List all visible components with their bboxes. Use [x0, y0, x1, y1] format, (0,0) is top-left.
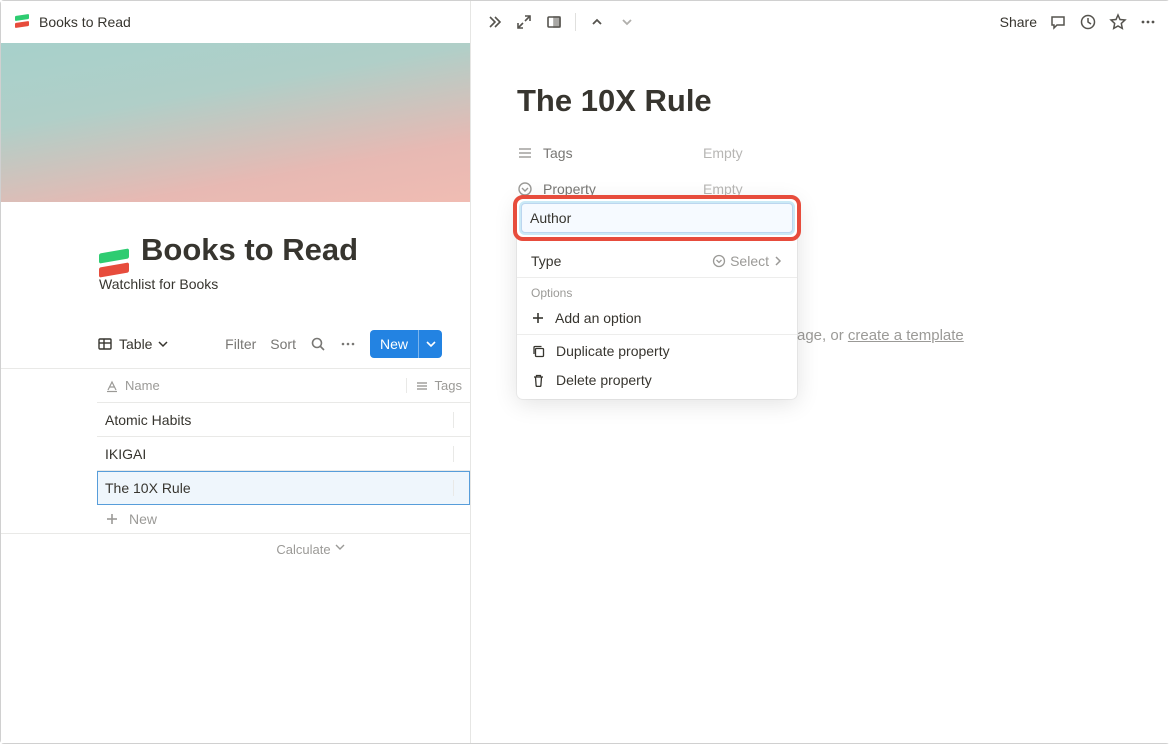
add-option-row[interactable]: Add an option [517, 302, 797, 334]
comments-button[interactable] [1049, 13, 1067, 31]
table-header: Name Tags [97, 369, 470, 403]
property-row-tags[interactable]: Tags Empty [517, 135, 1125, 171]
delete-label: Delete property [556, 372, 652, 388]
chevron-up-icon [590, 15, 604, 29]
page-header: Books to Read Watchlist for Books [1, 202, 470, 300]
more-button[interactable] [340, 336, 356, 352]
database-table: Name Tags Atomic Habits IKIGAI The 10X R… [1, 368, 470, 557]
prev-button[interactable] [588, 13, 606, 31]
table-body: Atomic Habits IKIGAI The 10X Rule [97, 403, 470, 505]
calculate-button[interactable]: Calculate [1, 542, 470, 557]
trash-icon [531, 373, 546, 388]
detail-title[interactable]: The 10X Rule [517, 83, 1125, 119]
cell-name[interactable]: Atomic Habits [97, 412, 454, 428]
table-icon [97, 336, 113, 352]
duplicate-property-row[interactable]: Duplicate property [517, 335, 797, 367]
cell-name[interactable]: IKIGAI [97, 446, 454, 462]
table-row[interactable]: The 10X Rule [97, 471, 470, 505]
view-label: Table [119, 336, 152, 352]
search-button[interactable] [310, 336, 326, 352]
breadcrumb-bar: Books to Read [1, 1, 470, 43]
expand-icon [516, 14, 532, 30]
duplicate-icon [531, 344, 546, 359]
new-row-label: New [129, 511, 157, 527]
property-name-field[interactable] [521, 203, 793, 233]
view-switch[interactable]: Table [97, 336, 168, 352]
property-name-field-highlight [513, 195, 801, 241]
separator [575, 13, 576, 31]
table-row[interactable]: Atomic Habits [97, 403, 470, 437]
filter-button[interactable]: Filter [225, 336, 256, 352]
new-row[interactable]: New [1, 505, 470, 534]
select-icon [712, 254, 726, 268]
sort-button[interactable]: Sort [270, 336, 296, 352]
panel-icon [546, 14, 562, 30]
multiselect-icon [517, 144, 535, 162]
collapse-button[interactable] [485, 13, 503, 31]
body-hint-text: age, or [797, 327, 848, 344]
body-hint: age, or create a template [797, 327, 1125, 344]
cover-image[interactable] [1, 43, 470, 202]
col-label: Tags [435, 378, 462, 393]
chevrons-right-icon [486, 14, 502, 30]
property-value[interactable]: Empty [703, 145, 743, 161]
plus-icon [105, 512, 119, 526]
more-button[interactable] [1139, 13, 1157, 31]
duplicate-label: Duplicate property [556, 343, 670, 359]
star-icon [1109, 13, 1127, 31]
table-row[interactable]: IKIGAI [97, 437, 470, 471]
detail-topbar: Share [471, 1, 1170, 43]
next-button[interactable] [618, 13, 636, 31]
plus-icon [531, 311, 545, 325]
add-option-label: Add an option [555, 310, 641, 326]
property-config-popup: Type Select Options Add an option Duplic… [517, 199, 797, 399]
column-name[interactable]: Name [97, 378, 407, 393]
dots-icon [340, 336, 356, 352]
property-name-input[interactable] [530, 210, 784, 226]
page-subtitle[interactable]: Watchlist for Books [99, 276, 432, 292]
type-value: Select [712, 253, 783, 269]
col-label: Name [125, 378, 160, 393]
type-label: Type [531, 253, 702, 269]
chevron-down-icon [158, 339, 168, 349]
cell-name[interactable]: The 10X Rule [97, 480, 454, 496]
books-icon [13, 13, 31, 31]
type-row[interactable]: Type Select [517, 245, 797, 277]
dots-icon [1139, 13, 1157, 31]
share-button[interactable]: Share [1000, 14, 1037, 30]
create-template-link[interactable]: create a template [848, 327, 964, 344]
multiselect-icon [415, 379, 429, 393]
text-prop-icon [105, 379, 119, 393]
new-button-caret[interactable] [418, 330, 442, 358]
peek-mode-button[interactable] [545, 13, 563, 31]
chevron-right-icon [773, 256, 783, 266]
delete-property-row[interactable]: Delete property [517, 367, 797, 399]
search-icon [310, 336, 326, 352]
page-title[interactable]: Books to Read [141, 232, 358, 268]
chevron-down-icon [620, 15, 634, 29]
left-pane: Books to Read Books to Read Watchlist fo… [1, 1, 471, 743]
expand-button[interactable] [515, 13, 533, 31]
breadcrumb[interactable]: Books to Read [39, 14, 131, 30]
new-button[interactable]: New [370, 330, 442, 358]
page-icon[interactable] [97, 247, 137, 287]
options-heading: Options [517, 278, 797, 302]
updates-button[interactable] [1079, 13, 1097, 31]
chevron-down-icon [426, 339, 436, 349]
property-name: Tags [543, 145, 695, 161]
clock-icon [1079, 13, 1097, 31]
favorite-button[interactable] [1109, 13, 1127, 31]
new-button-label: New [370, 336, 418, 352]
chevron-down-icon [335, 542, 345, 552]
calculate-label: Calculate [276, 542, 330, 557]
comment-icon [1049, 13, 1067, 31]
db-toolbar: Table Filter Sort New [1, 324, 470, 364]
column-tags[interactable]: Tags [407, 378, 470, 393]
